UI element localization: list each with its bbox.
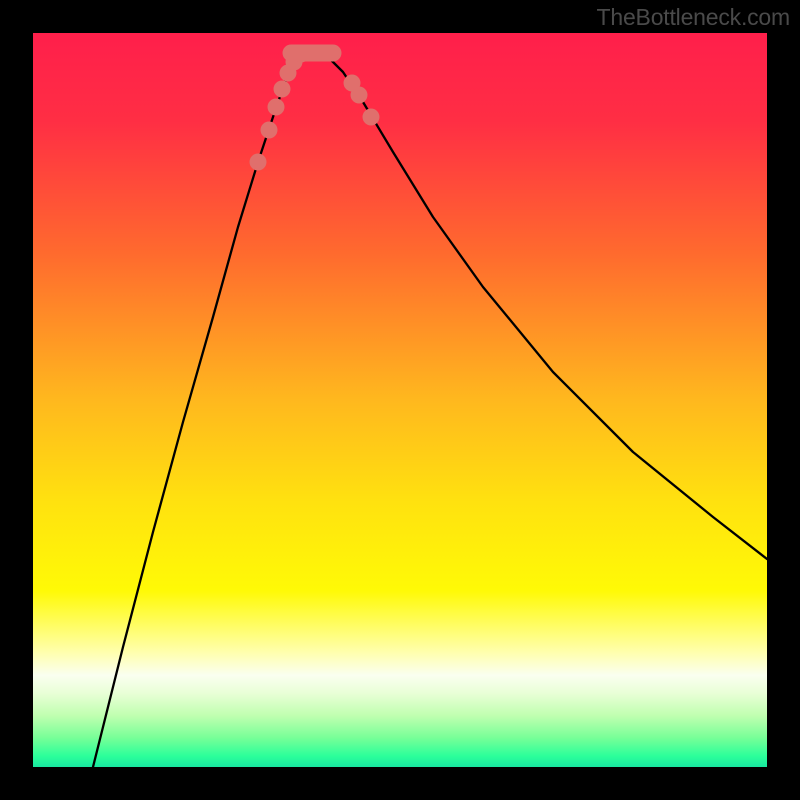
chart-frame: TheBottleneck.com [0, 0, 800, 800]
plot-area [33, 33, 767, 767]
curve-marker-left [274, 81, 291, 98]
curve-marker-right [351, 87, 368, 104]
curve-marker-left [268, 99, 285, 116]
chart-svg [33, 33, 767, 767]
curve-marker-left [261, 122, 278, 139]
gradient-background [33, 33, 767, 767]
curve-marker-left [250, 154, 267, 171]
curve-marker-right [363, 109, 380, 126]
watermark-text: TheBottleneck.com [597, 4, 790, 31]
